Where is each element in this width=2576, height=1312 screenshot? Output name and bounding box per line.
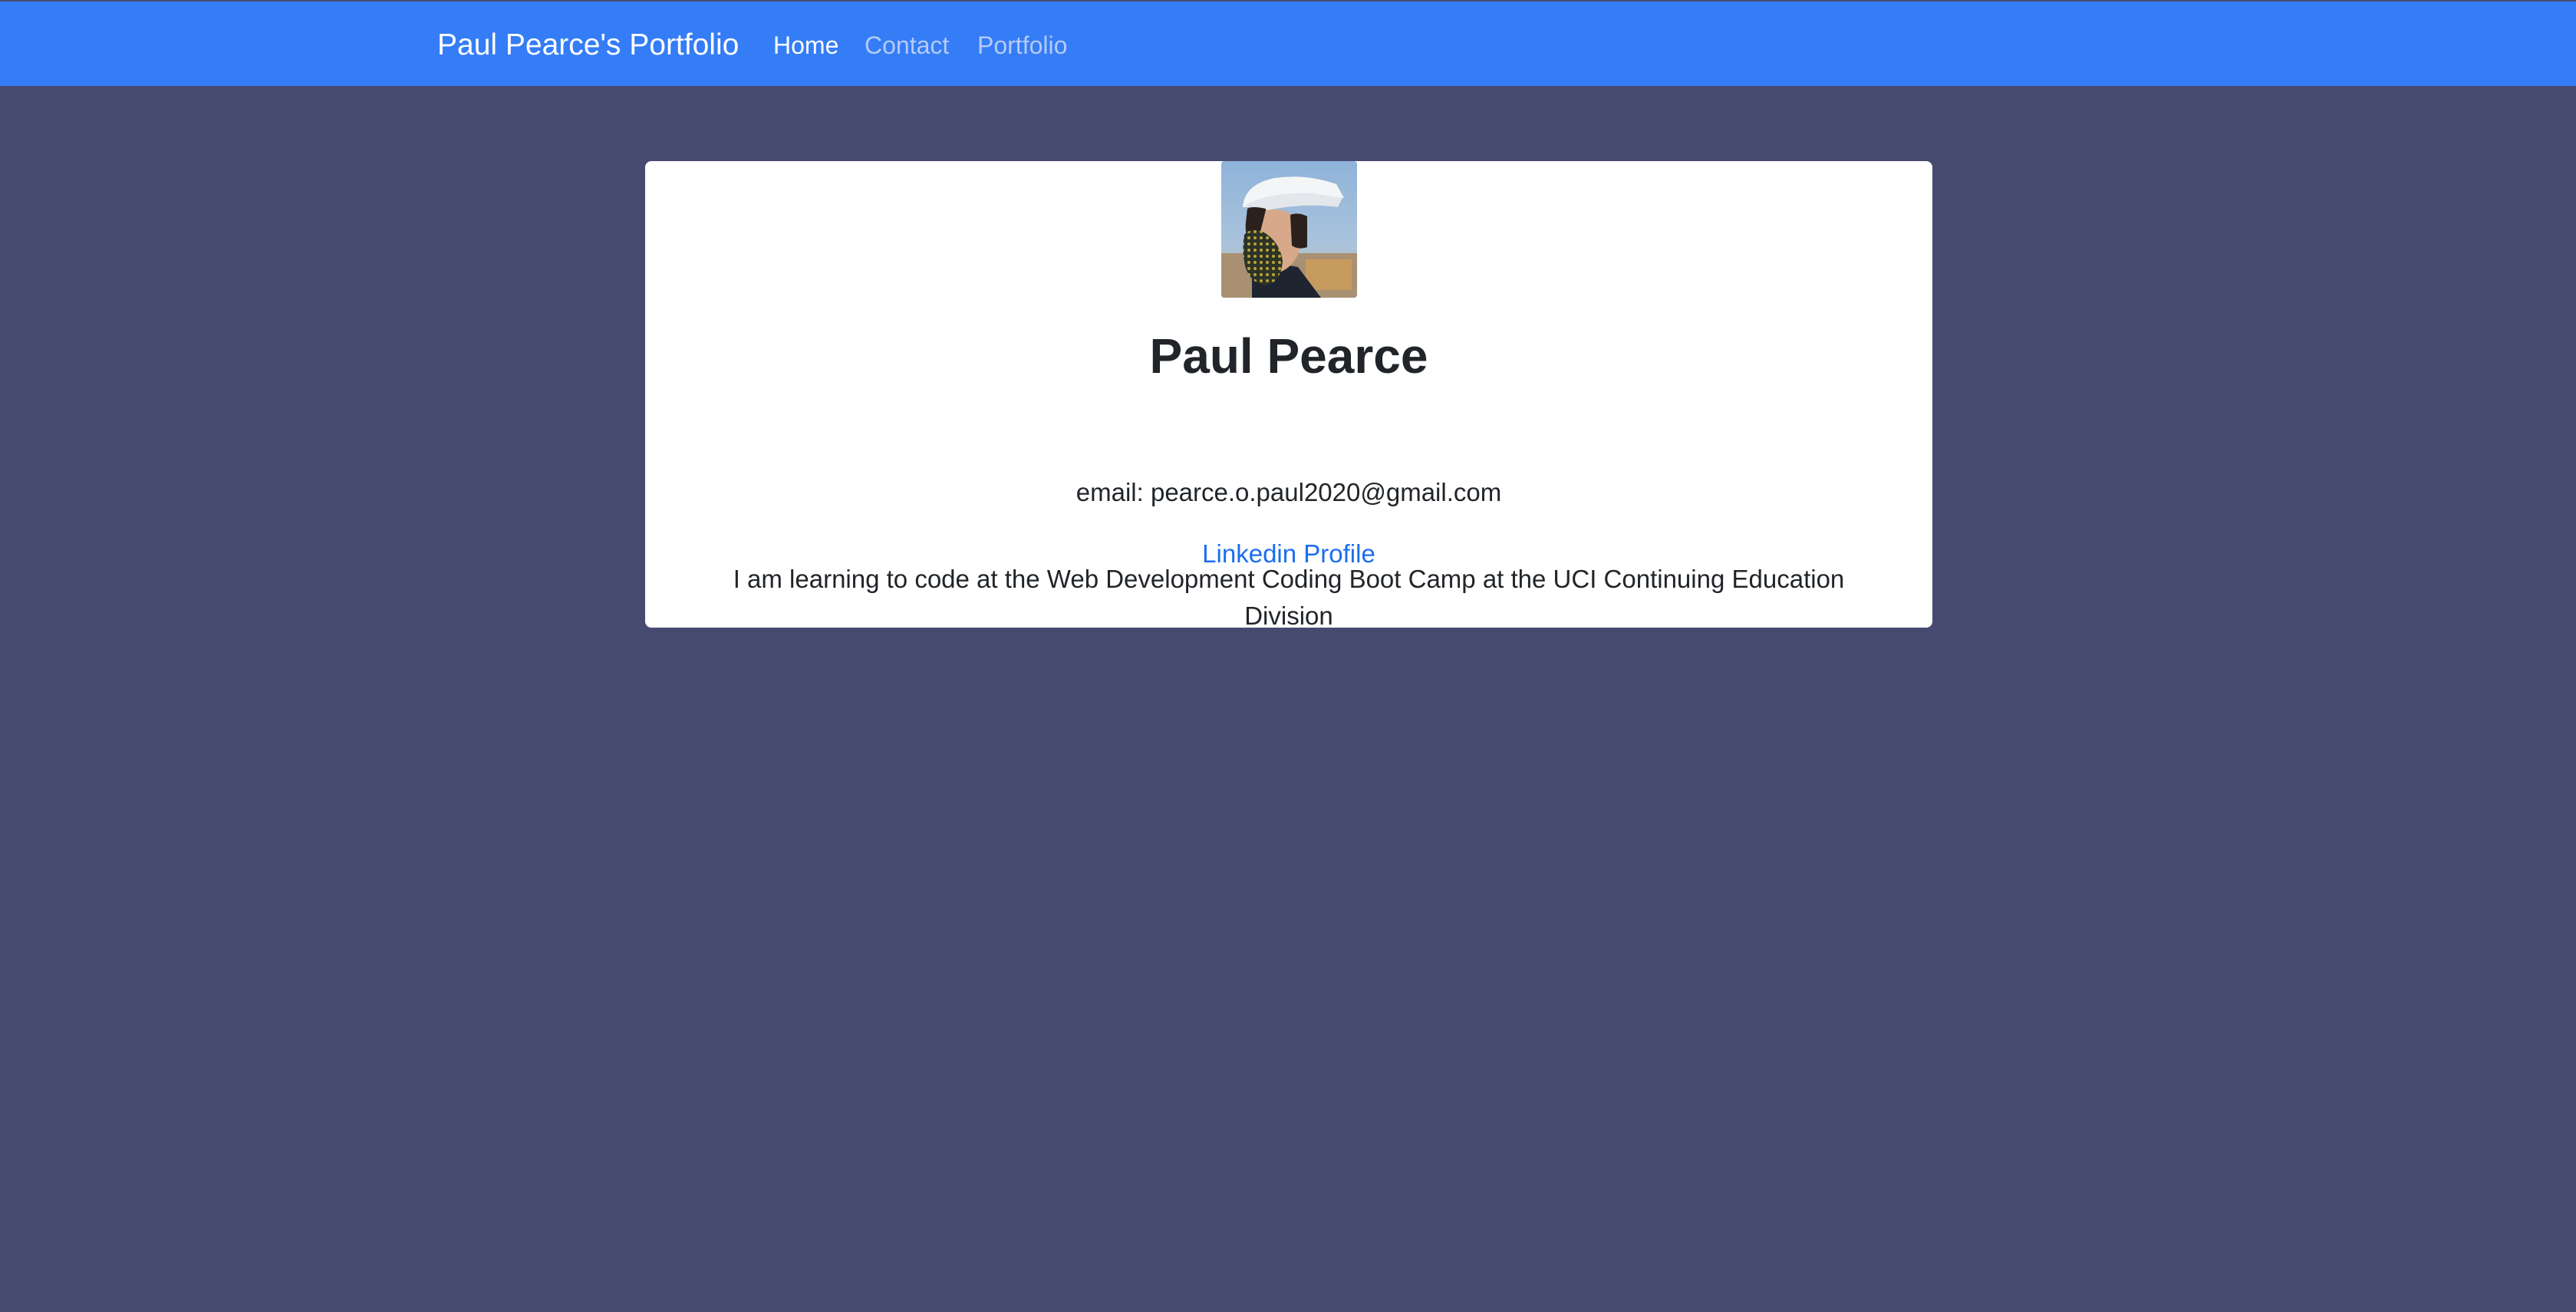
nav-link-contact[interactable]: Contact <box>865 2 949 86</box>
profile-card: Paul Pearce I am learning to code at the… <box>645 161 1932 630</box>
profile-avatar <box>1221 161 1357 298</box>
linkedin-profile-link[interactable]: Linkedin Profile <box>645 536 1932 572</box>
profile-name: Paul Pearce <box>1149 328 1428 384</box>
nav-link-home[interactable]: Home <box>773 2 838 86</box>
navbar-brand[interactable]: Paul Pearce's Portfolio <box>437 2 739 86</box>
profile-email: email: pearce.o.paul2020@gmail.com <box>1076 478 1502 506</box>
navbar: Paul Pearce's Portfolio Home Contact Por… <box>0 2 2576 86</box>
nav-link-portfolio[interactable]: Portfolio <box>977 2 1067 86</box>
